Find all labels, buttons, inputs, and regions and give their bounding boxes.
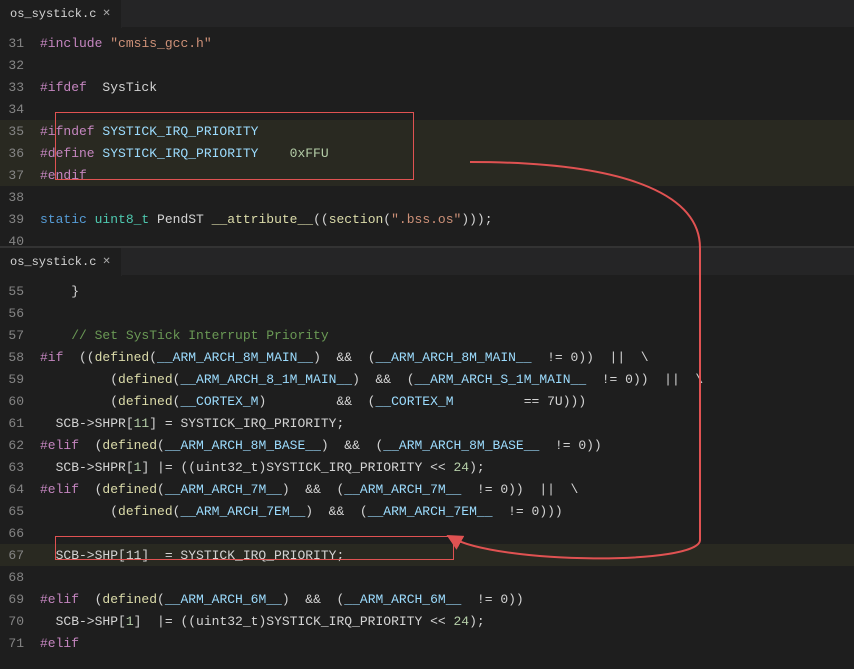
line-number: 61: [0, 416, 40, 431]
table-row: 70 SCB->SHP[1] |= ((uint32_t)SYSTICK_IRQ…: [0, 610, 854, 632]
top-tab-label: os_systick.c: [10, 7, 96, 21]
line-content: #elif (defined(__ARM_ARCH_6M__) && (__AR…: [40, 592, 854, 607]
line-number: 56: [0, 306, 40, 321]
top-tab-close[interactable]: ✕: [102, 8, 110, 20]
line-content: (defined(__ARM_ARCH_7EM__) && (__ARM_ARC…: [40, 504, 854, 519]
line-content: (defined(__CORTEX_M) && (__CORTEX_M == 7…: [40, 394, 854, 409]
bottom-tab-bar: os_systick.c ✕: [0, 248, 854, 276]
table-row: 59 (defined(__ARM_ARCH_8_1M_MAIN__) && (…: [0, 368, 854, 390]
table-row: 57 // Set SysTick Interrupt Priority: [0, 324, 854, 346]
line-number: 63: [0, 460, 40, 475]
table-row: 38: [0, 186, 854, 208]
top-pane: os_systick.c ✕ 31#include "cmsis_gcc.h"3…: [0, 0, 854, 248]
line-number: 70: [0, 614, 40, 629]
table-row: 63 SCB->SHPR[1] |= ((uint32_t)SYSTICK_IR…: [0, 456, 854, 478]
table-row: 58#if ((defined(__ARM_ARCH_8M_MAIN__) &&…: [0, 346, 854, 368]
line-number: 69: [0, 592, 40, 607]
table-row: 31#include "cmsis_gcc.h": [0, 32, 854, 54]
line-content: SCB->SHPR[11] = SYSTICK_IRQ_PRIORITY;: [40, 416, 854, 431]
line-content: (defined(__ARM_ARCH_8_1M_MAIN__) && (__A…: [40, 372, 854, 387]
table-row: 64#elif (defined(__ARM_ARCH_7M__) && (__…: [0, 478, 854, 500]
line-number: 59: [0, 372, 40, 387]
table-row: 39static uint8_t PendST __attribute__((s…: [0, 208, 854, 230]
table-row: 60 (defined(__CORTEX_M) && (__CORTEX_M =…: [0, 390, 854, 412]
editor-container: os_systick.c ✕ 31#include "cmsis_gcc.h"3…: [0, 0, 854, 649]
line-content: #if ((defined(__ARM_ARCH_8M_MAIN__) && (…: [40, 350, 854, 365]
line-number: 32: [0, 58, 40, 73]
line-number: 71: [0, 636, 40, 651]
line-content: SCB->SHP[11] = SYSTICK_IRQ_PRIORITY;: [40, 548, 854, 563]
table-row: 65 (defined(__ARM_ARCH_7EM__) && (__ARM_…: [0, 500, 854, 522]
line-content: #elif (defined(__ARM_ARCH_7M__) && (__AR…: [40, 482, 854, 497]
line-number: 65: [0, 504, 40, 519]
line-content: #ifndef SYSTICK_IRQ_PRIORITY: [40, 124, 854, 139]
line-number: 31: [0, 36, 40, 51]
table-row: 37#endif: [0, 164, 854, 186]
table-row: 69#elif (defined(__ARM_ARCH_6M__) && (__…: [0, 588, 854, 610]
table-row: 36#define SYSTICK_IRQ_PRIORITY 0xFFU: [0, 142, 854, 164]
line-number: 40: [0, 234, 40, 249]
line-number: 39: [0, 212, 40, 227]
table-row: 55 }: [0, 280, 854, 302]
bottom-tab-label: os_systick.c: [10, 255, 96, 269]
table-row: 66: [0, 522, 854, 544]
line-content: }: [40, 284, 854, 299]
line-content: #define SYSTICK_IRQ_PRIORITY 0xFFU: [40, 146, 854, 161]
line-number: 38: [0, 190, 40, 205]
line-number: 55: [0, 284, 40, 299]
line-content: #endif: [40, 168, 854, 183]
line-content: #ifdef SysTick: [40, 80, 854, 95]
bottom-tab-close[interactable]: ✕: [102, 256, 110, 268]
line-number: 35: [0, 124, 40, 139]
bottom-pane: os_systick.c ✕ 55 }5657 // Set SysTick I…: [0, 248, 854, 669]
table-row: 32: [0, 54, 854, 76]
line-number: 66: [0, 526, 40, 541]
line-number: 67: [0, 548, 40, 563]
line-content: // Set SysTick Interrupt Priority: [40, 328, 854, 343]
line-number: 58: [0, 350, 40, 365]
line-number: 33: [0, 80, 40, 95]
line-content: #elif: [40, 636, 854, 651]
table-row: 33#ifdef SysTick: [0, 76, 854, 98]
line-content: SCB->SHPR[1] |= ((uint32_t)SYSTICK_IRQ_P…: [40, 460, 854, 475]
line-number: 68: [0, 570, 40, 585]
line-number: 64: [0, 482, 40, 497]
line-number: 34: [0, 102, 40, 117]
line-number: 62: [0, 438, 40, 453]
line-content: SCB->SHP[1] |= ((uint32_t)SYSTICK_IRQ_PR…: [40, 614, 854, 629]
table-row: 68: [0, 566, 854, 588]
table-row: 67 SCB->SHP[11] = SYSTICK_IRQ_PRIORITY;: [0, 544, 854, 566]
table-row: 62#elif (defined(__ARM_ARCH_8M_BASE__) &…: [0, 434, 854, 456]
line-number: 60: [0, 394, 40, 409]
line-number: 36: [0, 146, 40, 161]
top-code-area: 31#include "cmsis_gcc.h"3233#ifdef SysTi…: [0, 28, 854, 256]
table-row: 35#ifndef SYSTICK_IRQ_PRIORITY: [0, 120, 854, 142]
line-content: #elif (defined(__ARM_ARCH_8M_BASE__) && …: [40, 438, 854, 453]
top-tab-bar: os_systick.c ✕: [0, 0, 854, 28]
table-row: 71#elif: [0, 632, 854, 654]
table-row: 61 SCB->SHPR[11] = SYSTICK_IRQ_PRIORITY;: [0, 412, 854, 434]
line-number: 37: [0, 168, 40, 183]
line-content: static uint8_t PendST __attribute__((sec…: [40, 212, 854, 227]
table-row: 34: [0, 98, 854, 120]
top-tab[interactable]: os_systick.c ✕: [0, 0, 122, 28]
table-row: 56: [0, 302, 854, 324]
bottom-code-area: 55 }5657 // Set SysTick Interrupt Priori…: [0, 276, 854, 658]
line-content: #include "cmsis_gcc.h": [40, 36, 854, 51]
line-number: 57: [0, 328, 40, 343]
bottom-tab[interactable]: os_systick.c ✕: [0, 248, 122, 276]
